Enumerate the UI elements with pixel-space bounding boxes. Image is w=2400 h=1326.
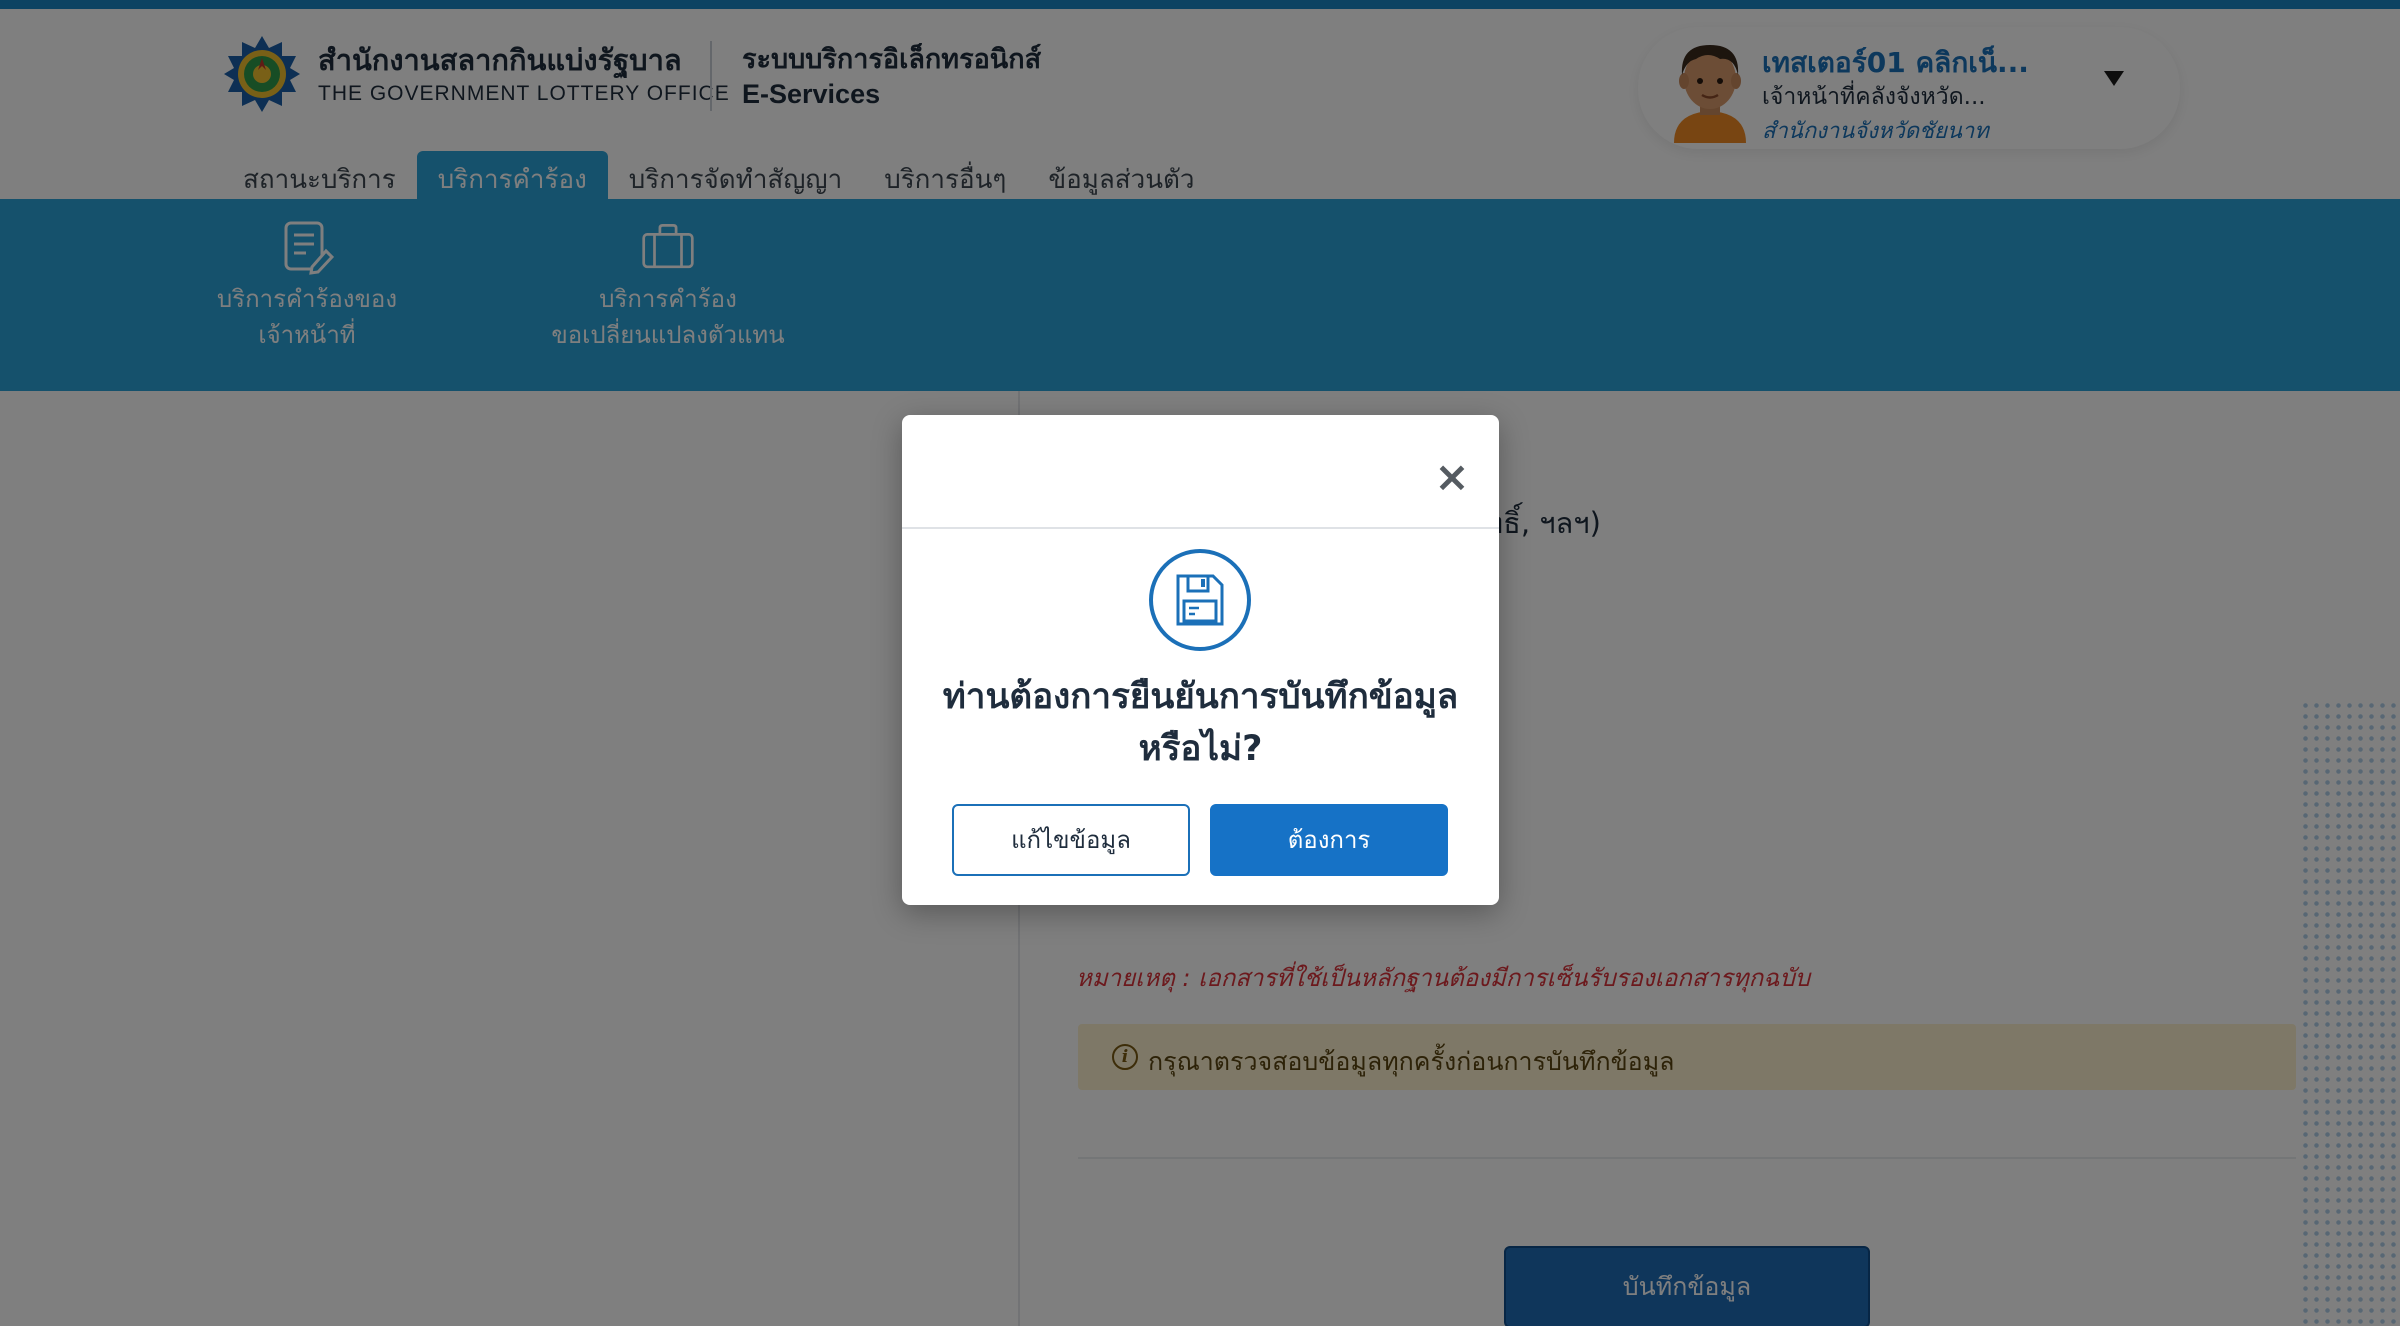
- confirm-button[interactable]: ต้องการ: [1210, 804, 1448, 876]
- floppy-disk-icon: [1149, 549, 1251, 651]
- edit-data-button[interactable]: แก้ไขข้อมูล: [952, 804, 1190, 876]
- modal-title-line2: หรือไม่?: [1138, 729, 1263, 769]
- modal-divider: [902, 527, 1499, 529]
- modal-title: ท่านต้องการยืนยันการบันทึกข้อมูล หรือไม่…: [902, 671, 1499, 775]
- modal-title-line1: ท่านต้องการยืนยันการบันทึกข้อมูล: [942, 677, 1459, 717]
- close-icon[interactable]: ×: [1432, 456, 1472, 498]
- confirm-save-dialog: × ท่านต้องการยืนยันการบันทึกข้อมูล หรือไ…: [902, 415, 1499, 905]
